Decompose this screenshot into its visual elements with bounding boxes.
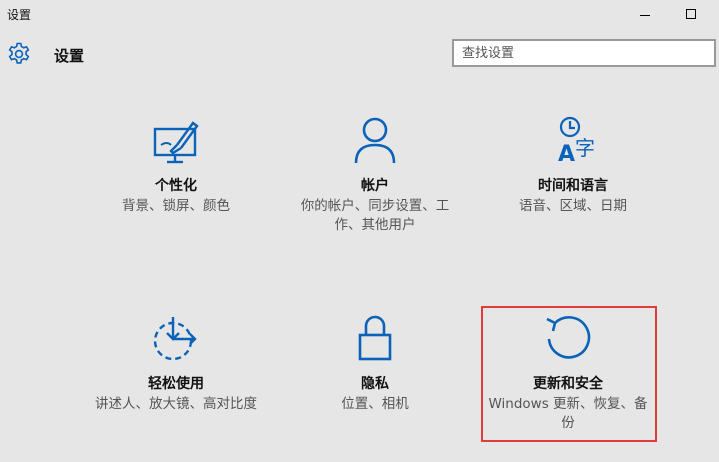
settings-window: 设置 设置 查找设置 个性化 背景、锁屏、颜色 帐户 你的帐户、同步设置、工作、… [0,0,719,462]
tile-description: 语音、区域、日期 [519,198,627,214]
tile-label: 轻松使用 [148,376,204,392]
tile-time-language[interactable]: A 字 时间和语言 语音、区域、日期 [488,115,658,216]
tile-personalization[interactable]: 个性化 背景、锁屏、颜色 [91,115,261,216]
settings-header: 设置 [0,36,719,72]
tile-label: 更新和安全 [533,376,603,392]
update-refresh-icon [546,316,591,359]
tile-description: 背景、锁屏、颜色 [122,198,230,214]
tile-description: 位置、相机 [341,396,409,412]
window-title: 设置 [7,8,32,22]
tile-description: 讲述人、放大镜、高对比度 [95,396,257,412]
tile-accounts[interactable]: 帐户 你的帐户、同步设置、工作、其他用户 [290,115,460,235]
gear-icon [8,42,30,64]
account-icon [354,117,396,164]
tile-label: 隐私 [361,376,389,392]
minimize-icon [640,14,650,16]
tile-label: 帐户 [361,178,389,194]
tile-privacy[interactable]: 隐私 位置、相机 [290,313,460,414]
minimize-button[interactable] [622,0,668,28]
maximize-button[interactable] [668,0,714,28]
page-title: 设置 [54,47,85,65]
search-input[interactable] [454,41,714,65]
ease-of-access-icon [153,317,197,361]
svg-text:字: 字 [575,136,595,160]
tile-label: 个性化 [155,178,197,194]
tile-label: 时间和语言 [538,178,608,194]
maximize-icon [686,9,696,19]
tile-description: 你的帐户、同步设置、工作、其他用户 [300,198,450,233]
svg-text:A: A [558,142,575,167]
time-language-icon: A 字 [558,116,595,167]
tile-ease-of-access[interactable]: 轻松使用 讲述人、放大镜、高对比度 [91,313,261,414]
privacy-lock-icon [358,315,392,361]
tile-description: Windows 更新、恢复、备份 [488,396,648,431]
search-box[interactable] [452,39,716,67]
personalization-icon [153,121,199,164]
title-bar: 设置 [0,0,719,28]
tile-update-security[interactable]: 更新和安全 Windows 更新、恢复、备份 [483,313,653,433]
